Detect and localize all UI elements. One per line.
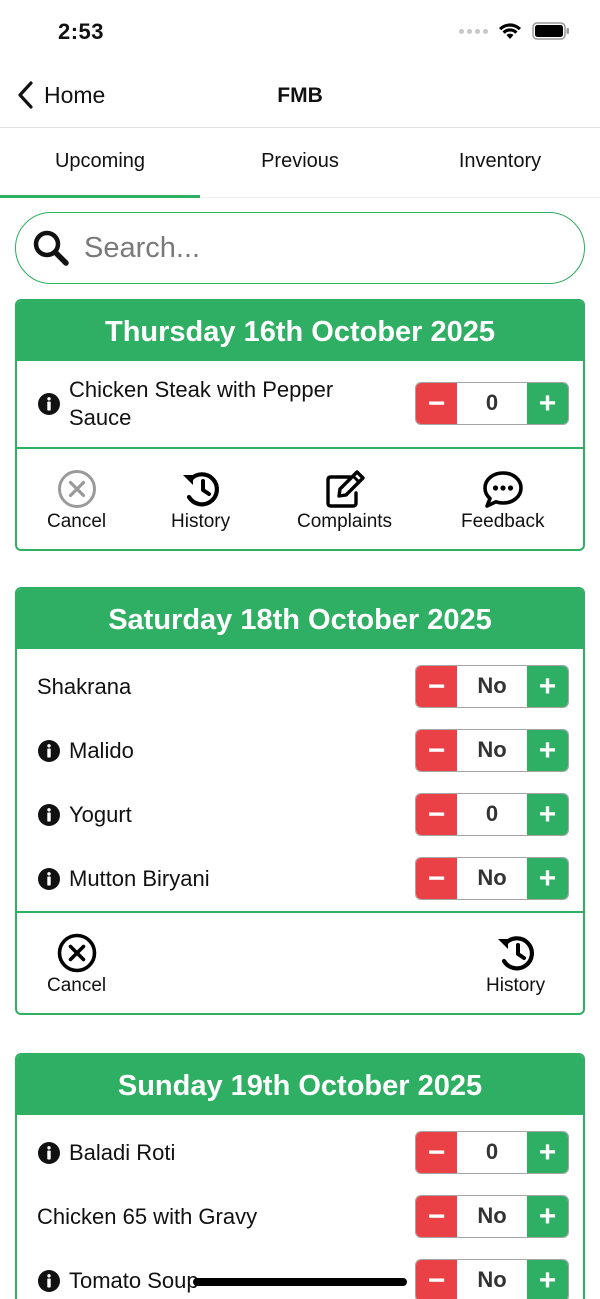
chat-icon: [482, 471, 523, 508]
complaints-button[interactable]: Complaints: [297, 469, 392, 533]
day-card: Sunday 19th October 2025 Baladi Roti − 0…: [15, 1053, 585, 1299]
quantity-stepper: − No +: [415, 1259, 569, 1299]
day-card: Thursday 16th October 2025 Chicken Steak…: [15, 299, 585, 551]
cancel-button[interactable]: Cancel: [47, 933, 106, 997]
increase-button[interactable]: +: [527, 1132, 568, 1173]
day-actions: Cancel History Complaints Feedback: [17, 449, 583, 549]
info-icon[interactable]: [37, 867, 61, 891]
nav-bar: Home FMB: [0, 66, 600, 128]
info-icon[interactable]: [37, 392, 61, 416]
increase-button[interactable]: +: [527, 1196, 568, 1237]
info-icon[interactable]: [37, 739, 61, 763]
menu-item-name: Yogurt: [69, 802, 132, 827]
menu-item-row: Mutton Biryani − No +: [17, 847, 583, 911]
edit-icon: [325, 470, 365, 508]
increase-button[interactable]: +: [527, 794, 568, 835]
quantity-stepper: − 0 +: [415, 382, 569, 425]
battery-icon: [532, 22, 569, 40]
quantity-value: 0: [485, 1139, 499, 1164]
increase-button[interactable]: +: [527, 666, 568, 707]
history-button[interactable]: History: [486, 933, 545, 997]
quantity-stepper: − No +: [415, 857, 569, 900]
cancel-icon: [57, 933, 96, 973]
quantity-value: No: [477, 737, 507, 762]
feedback-label: Feedback: [461, 511, 545, 532]
menu-item-row: Baladi Roti − 0 +: [17, 1121, 583, 1185]
feedback-button[interactable]: Feedback: [461, 469, 544, 533]
cancel-button[interactable]: Cancel: [47, 469, 106, 533]
status-bar: 2:53: [0, 0, 600, 66]
day-card-date: Thursday 16th October 2025: [17, 301, 583, 361]
menu-item-name: Tomato Soup: [69, 1268, 199, 1293]
tab-bar: Upcoming Previous Inventory: [0, 128, 600, 198]
menu-item-row: Shakrana − No +: [17, 655, 583, 719]
menu-item-row: Malido − No +: [17, 719, 583, 783]
cancel-icon: [57, 470, 96, 508]
menu-item-name: Baladi Roti: [69, 1140, 176, 1165]
decrease-button[interactable]: −: [416, 1260, 457, 1299]
increase-button[interactable]: +: [527, 383, 568, 424]
quantity-value: 0: [485, 390, 499, 415]
back-label: Home: [44, 81, 106, 108]
cancel-label: Cancel: [47, 975, 107, 996]
increase-button[interactable]: +: [527, 1260, 568, 1299]
increase-button[interactable]: +: [527, 730, 568, 771]
tab-previous[interactable]: Previous: [200, 128, 400, 197]
decrease-button[interactable]: −: [416, 730, 457, 771]
quantity-value: No: [477, 1267, 507, 1292]
history-label: History: [486, 975, 546, 996]
quantity-value: No: [477, 673, 507, 698]
decrease-button[interactable]: −: [416, 858, 457, 899]
complaints-label: Complaints: [297, 511, 393, 532]
wifi-icon: [499, 23, 521, 39]
quantity-stepper: − No +: [415, 729, 569, 772]
history-button[interactable]: History: [171, 469, 230, 533]
day-actions: Cancel History: [17, 913, 583, 1013]
quantity-stepper: − 0 +: [415, 1131, 569, 1174]
quantity-stepper: − 0 +: [415, 793, 569, 836]
menu-item-row: Chicken 65 with Gravy − No +: [17, 1185, 583, 1249]
tab-upcoming[interactable]: Upcoming: [0, 128, 200, 198]
search-input[interactable]: [84, 231, 544, 265]
signal-icon: [459, 28, 488, 34]
menu-item-row: Chicken Steak with Pepper Sauce − 0 +: [17, 361, 583, 447]
quantity-value: No: [477, 865, 507, 890]
search-bar: [15, 212, 585, 284]
decrease-button[interactable]: −: [416, 1132, 457, 1173]
history-icon: [497, 936, 534, 971]
decrease-button[interactable]: −: [416, 383, 457, 424]
quantity-stepper: − No +: [415, 1195, 569, 1238]
decrease-button[interactable]: −: [416, 1196, 457, 1237]
info-icon[interactable]: [37, 803, 61, 827]
day-card: Saturday 18th October 2025 Shakrana − No…: [15, 587, 585, 1015]
chevron-left-icon: [18, 81, 33, 109]
info-icon[interactable]: [37, 1141, 61, 1165]
menu-item-name: Chicken 65 with Gravy: [37, 1204, 258, 1229]
quantity-stepper: − No +: [415, 665, 569, 708]
menu-item-row: Yogurt − 0 +: [17, 783, 583, 847]
menu-item-name: Malido: [69, 738, 134, 763]
day-card-date: Saturday 18th October 2025: [17, 589, 583, 649]
menu-item-row: Tomato Soup − No +: [17, 1249, 583, 1299]
decrease-button[interactable]: −: [416, 794, 457, 835]
status-time: 2:53: [58, 19, 105, 44]
history-label: History: [171, 511, 231, 532]
home-indicator: [193, 1278, 407, 1286]
quantity-value: 0: [485, 801, 499, 826]
history-icon: [182, 472, 219, 507]
quantity-value: No: [477, 1203, 507, 1228]
increase-button[interactable]: +: [527, 858, 568, 899]
cancel-label: Cancel: [47, 511, 107, 532]
status-icons: [459, 22, 570, 40]
menu-item-name: Chicken Steak with Pepper Sauce: [69, 377, 334, 430]
decrease-button[interactable]: −: [416, 666, 457, 707]
menu-item-name: Shakrana: [37, 674, 132, 699]
search-icon: [33, 230, 69, 266]
tab-inventory[interactable]: Inventory: [400, 128, 600, 197]
back-button[interactable]: Home: [16, 80, 105, 110]
info-icon[interactable]: [37, 1269, 61, 1293]
menu-item-name: Mutton Biryani: [69, 866, 210, 891]
day-card-date: Sunday 19th October 2025: [17, 1055, 583, 1115]
